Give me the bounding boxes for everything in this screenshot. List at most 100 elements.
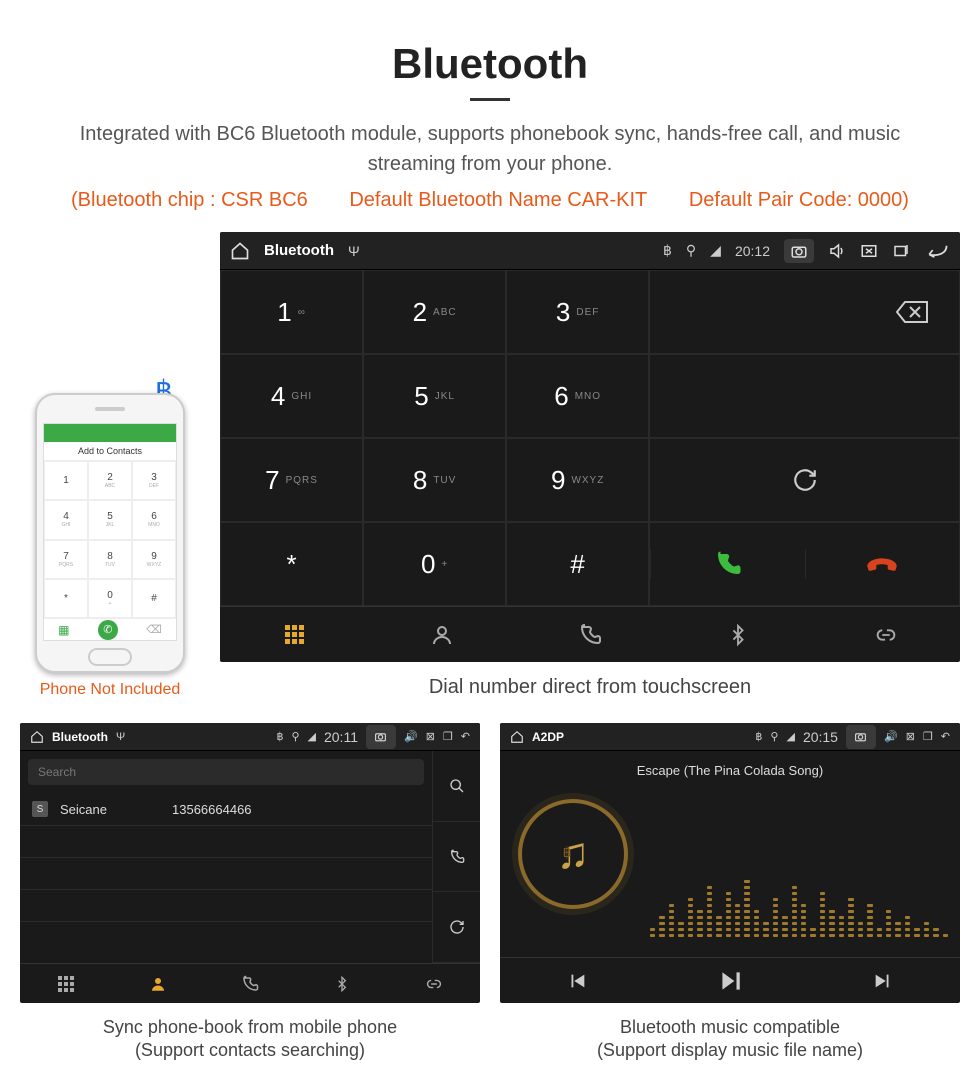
back-icon[interactable]	[924, 242, 950, 260]
track-title: Escape (The Pina Colada Song)	[500, 763, 960, 778]
clock: 20:11	[324, 729, 358, 745]
location-icon: ⚲	[686, 242, 696, 259]
back-icon[interactable]: ↶	[461, 730, 470, 743]
description-text: Integrated with BC6 Bluetooth module, su…	[50, 119, 930, 179]
camera-icon[interactable]	[846, 725, 876, 749]
clock: 20:15	[803, 729, 838, 745]
phone-note: Phone Not Included	[20, 681, 200, 699]
dialer-key-1[interactable]: 1∞	[220, 270, 363, 354]
recents-icon[interactable]: ❐	[443, 730, 453, 743]
contact-name: Seicane	[60, 802, 160, 817]
album-art: ♫฿	[518, 799, 628, 909]
tab-pair[interactable]	[388, 964, 480, 1003]
phone-topbar	[44, 424, 176, 442]
dialer-caption: Dial number direct from touchscreen	[220, 676, 960, 699]
camera-icon[interactable]	[784, 239, 814, 263]
status-bar: Bluetooth Ψ ฿ ⚲ ◢ 20:12	[220, 232, 960, 270]
bluetooth-icon: ฿	[755, 730, 762, 743]
tab-keypad[interactable]	[20, 964, 112, 1003]
call-icon: ✆	[98, 620, 118, 640]
redial-button[interactable]	[649, 438, 960, 522]
camera-icon[interactable]	[366, 725, 396, 749]
music-screen: A2DP ฿ ⚲ ◢ 20:15 🔊 ⊠ ❐ ↶ Escape (The Pin…	[500, 723, 960, 1003]
phone-key: 6MNO	[132, 500, 176, 539]
close-icon[interactable]	[860, 242, 878, 260]
side-sync-button[interactable]	[433, 892, 480, 963]
volume-icon[interactable]: 🔊	[404, 730, 418, 743]
dialer-key-9[interactable]: 9WXYZ	[506, 438, 649, 522]
clock: 20:12	[735, 243, 770, 259]
phone-key: 5JKL	[88, 500, 132, 539]
tab-recents[interactable]	[516, 607, 664, 662]
contact-number: 13566664466	[172, 802, 252, 817]
spec-code: Default Pair Code: 0000)	[689, 189, 909, 211]
dialer-key-*[interactable]: *	[220, 522, 363, 606]
call-button[interactable]	[650, 549, 804, 579]
dialer-key-7[interactable]: 7PQRS	[220, 438, 363, 522]
dialer-screen: Bluetooth Ψ ฿ ⚲ ◢ 20:12 1∞2ABC3DEF 4GHI5J…	[220, 232, 960, 662]
location-icon: ⚲	[291, 730, 299, 743]
music-note-icon: ♫฿	[557, 829, 590, 879]
tab-recents[interactable]	[204, 964, 296, 1003]
dialer-key-0[interactable]: 0+	[363, 522, 506, 606]
spec-name: Default Bluetooth Name CAR-KIT	[349, 189, 647, 211]
contact-badge: S	[32, 801, 48, 817]
volume-icon[interactable]	[828, 242, 846, 260]
phone-key: #	[132, 579, 176, 618]
dialer-key-#[interactable]: #	[506, 522, 649, 606]
equalizer	[650, 811, 948, 937]
phone-key: 3DEF	[132, 461, 176, 500]
music-caption-1: Bluetooth music compatible	[500, 1017, 960, 1038]
home-icon[interactable]	[510, 730, 524, 744]
home-icon[interactable]	[230, 241, 250, 261]
close-icon[interactable]: ⊠	[426, 730, 435, 743]
delete-icon: ⌫	[146, 623, 162, 636]
usb-icon: Ψ	[116, 731, 125, 743]
recents-icon[interactable]	[892, 242, 910, 260]
empty-cell	[649, 354, 960, 438]
phone-key: 1	[44, 461, 88, 500]
phone-key: 0+	[88, 579, 132, 618]
statusbar-title: A2DP	[532, 730, 564, 744]
bluetooth-icon: ฿	[276, 730, 283, 743]
spec-chip: (Bluetooth chip : CSR BC6	[71, 189, 308, 211]
dialer-key-6[interactable]: 6MNO	[506, 354, 649, 438]
title-underline	[470, 98, 510, 101]
volume-icon[interactable]: 🔊	[884, 730, 898, 743]
phonebook-caption-1: Sync phone-book from mobile phone	[20, 1017, 480, 1038]
home-icon[interactable]	[30, 730, 44, 744]
play-pause-button[interactable]	[653, 958, 806, 1003]
dialer-key-3[interactable]: 3DEF	[506, 270, 649, 354]
tab-contacts[interactable]	[112, 964, 204, 1003]
tab-bluetooth[interactable]	[296, 964, 388, 1003]
phonebook-screen: Bluetooth Ψ ฿ ⚲ ◢ 20:11 🔊 ⊠ ❐ ↶ Search	[20, 723, 480, 1003]
phone-key: 9WXYZ	[132, 540, 176, 579]
tab-bluetooth[interactable]	[664, 607, 812, 662]
back-icon[interactable]: ↶	[941, 730, 950, 743]
next-button[interactable]	[807, 958, 960, 1003]
phone-bottom-bar: ▦ ✆ ⌫	[44, 618, 176, 640]
recents-icon[interactable]: ❐	[923, 730, 933, 743]
hangup-button[interactable]	[805, 549, 959, 579]
backspace-button[interactable]	[649, 270, 960, 354]
dialer-key-2[interactable]: 2ABC	[363, 270, 506, 354]
contact-row[interactable]: S Seicane 13566664466	[20, 793, 432, 826]
side-call-button[interactable]	[433, 822, 480, 893]
phone-key: 8TUV	[88, 540, 132, 579]
statusbar-title: Bluetooth	[52, 730, 108, 744]
side-search-button[interactable]	[433, 751, 480, 822]
dialer-key-4[interactable]: 4GHI	[220, 354, 363, 438]
close-icon[interactable]: ⊠	[906, 730, 915, 743]
dialer-key-8[interactable]: 8TUV	[363, 438, 506, 522]
phone-key: 4GHI	[44, 500, 88, 539]
tab-keypad[interactable]	[220, 607, 368, 662]
statusbar-title: Bluetooth	[264, 242, 334, 259]
tab-pair[interactable]	[812, 607, 960, 662]
search-input[interactable]: Search	[28, 759, 424, 785]
prev-button[interactable]	[500, 958, 653, 1003]
tab-contacts[interactable]	[368, 607, 516, 662]
page-title: Bluetooth	[20, 40, 960, 88]
dialer-key-5[interactable]: 5JKL	[363, 354, 506, 438]
wifi-icon: ◢	[710, 242, 721, 259]
contact-row-empty	[20, 826, 432, 858]
